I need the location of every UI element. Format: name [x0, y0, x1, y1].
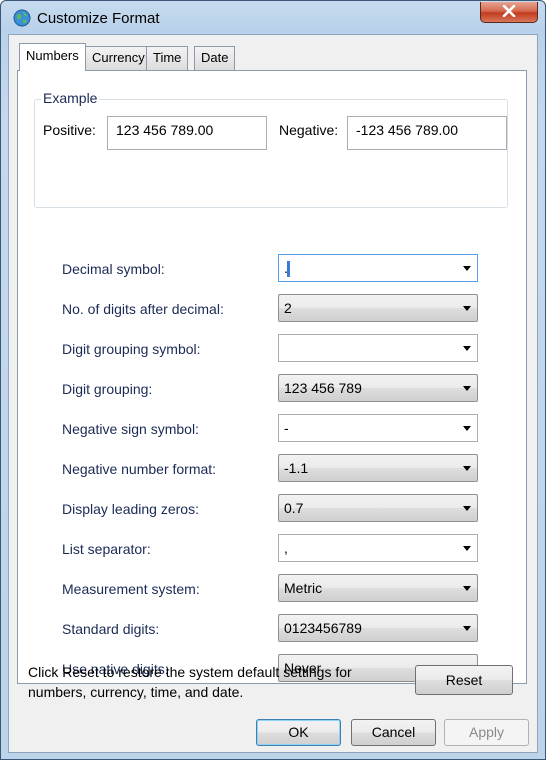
- chevron-down-icon[interactable]: [463, 306, 471, 311]
- digit-grouping-symbol-combo[interactable]: [278, 334, 478, 362]
- chevron-down-icon[interactable]: [463, 586, 471, 591]
- leading-zeros-label: Display leading zeros:: [62, 501, 199, 517]
- tab-label: Date: [201, 50, 229, 65]
- example-group: Example Positive: 123 456 789.00 Negativ…: [34, 90, 508, 208]
- decimal-digits-value: 2: [284, 300, 292, 316]
- chevron-down-icon[interactable]: [463, 506, 471, 511]
- negative-number-format-label: Negative number format:: [62, 461, 217, 477]
- positive-example-field: 123 456 789.00: [107, 116, 267, 150]
- title-bar[interactable]: Customize Format: [1, 1, 545, 35]
- negative-sign-label: Negative sign symbol:: [62, 421, 199, 437]
- leading-zeros-combo[interactable]: 0.7: [278, 494, 478, 522]
- chevron-down-icon[interactable]: [463, 626, 471, 631]
- negative-number-format-combo[interactable]: -1.1: [278, 454, 478, 482]
- measurement-system-label: Measurement system:: [62, 581, 200, 597]
- decimal-symbol-label: Decimal symbol:: [62, 261, 165, 277]
- negative-example-field: -123 456 789.00: [347, 116, 507, 150]
- chevron-down-icon[interactable]: [463, 266, 471, 271]
- standard-digits-value: 0123456789: [284, 620, 362, 636]
- tab-label: Currency: [92, 50, 145, 65]
- list-separator-combo[interactable]: ,: [278, 534, 478, 562]
- decimal-symbol-combo[interactable]: .: [278, 254, 478, 282]
- chevron-down-icon[interactable]: [463, 546, 471, 551]
- digit-grouping-combo[interactable]: 123 456 789: [278, 374, 478, 402]
- apply-button[interactable]: Apply: [444, 719, 529, 746]
- cancel-button[interactable]: Cancel: [351, 719, 436, 746]
- digit-grouping-value: 123 456 789: [284, 380, 362, 396]
- measurement-system-combo[interactable]: Metric: [278, 574, 478, 602]
- standard-digits-combo[interactable]: 0123456789: [278, 614, 478, 642]
- negative-sign-value: -: [284, 420, 289, 436]
- list-separator-value: ,: [284, 540, 288, 556]
- close-icon: [502, 4, 516, 20]
- customize-format-window: Customize Format Numbers Currency Time D…: [0, 0, 546, 760]
- example-legend: Example: [41, 90, 100, 106]
- positive-example-value: 123 456 789.00: [116, 122, 214, 138]
- negative-example-value: -123 456 789.00: [356, 122, 458, 138]
- decimal-digits-label: No. of digits after decimal:: [62, 301, 224, 317]
- leading-zeros-value: 0.7: [284, 500, 304, 516]
- chevron-down-icon[interactable]: [463, 386, 471, 391]
- dialog-client-area: Numbers Currency Time Date Example Posit…: [8, 34, 538, 753]
- chevron-down-icon[interactable]: [463, 426, 471, 431]
- close-button[interactable]: [480, 2, 538, 23]
- positive-label: Positive:: [43, 122, 96, 138]
- tab-label: Numbers: [26, 48, 79, 63]
- globe-icon: [13, 9, 31, 27]
- negative-label: Negative:: [279, 122, 339, 138]
- standard-digits-label: Standard digits:: [62, 621, 160, 637]
- chevron-down-icon[interactable]: [463, 346, 471, 351]
- chevron-down-icon[interactable]: [463, 466, 471, 471]
- reset-note: Click Reset to restore the system defaul…: [28, 664, 352, 700]
- negative-number-format-value: -1.1: [284, 460, 309, 476]
- tab-currency[interactable]: Currency: [85, 46, 152, 70]
- list-separator-label: List separator:: [62, 541, 151, 557]
- tab-numbers[interactable]: Numbers: [19, 43, 86, 71]
- numbers-tab-panel: Example Positive: 123 456 789.00 Negativ…: [17, 70, 527, 684]
- window-title: Customize Format: [37, 10, 160, 27]
- tab-time[interactable]: Time: [146, 46, 189, 70]
- measurement-system-value: Metric: [284, 580, 323, 596]
- reset-button[interactable]: Reset: [415, 665, 513, 695]
- tab-label: Time: [153, 50, 182, 65]
- ok-button[interactable]: OK: [256, 719, 341, 746]
- decimal-digits-combo[interactable]: 2: [278, 294, 478, 322]
- digit-grouping-label: Digit grouping:: [62, 381, 153, 397]
- digit-grouping-symbol-label: Digit grouping symbol:: [62, 341, 201, 357]
- tab-date[interactable]: Date: [194, 46, 236, 70]
- negative-sign-combo[interactable]: -: [278, 414, 478, 442]
- decimal-symbol-value: .: [284, 260, 288, 276]
